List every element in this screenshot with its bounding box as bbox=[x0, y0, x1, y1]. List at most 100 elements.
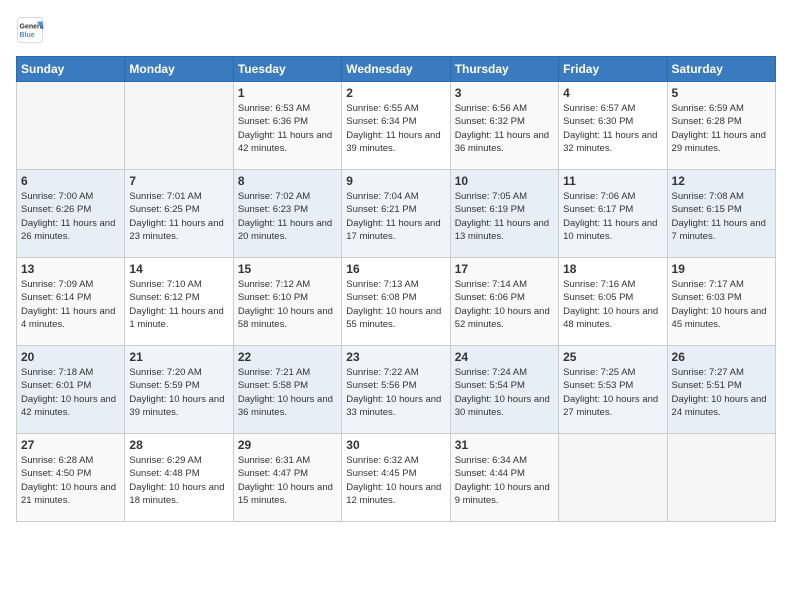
calendar-cell: 16 Sunrise: 7:13 AM Sunset: 6:08 PM Dayli… bbox=[342, 258, 450, 346]
calendar-header-row: SundayMondayTuesdayWednesdayThursdayFrid… bbox=[17, 57, 776, 82]
day-number: 13 bbox=[21, 262, 120, 276]
calendar-cell: 4 Sunrise: 6:57 AM Sunset: 6:30 PM Daylig… bbox=[559, 82, 667, 170]
day-info: Sunrise: 7:18 AM Sunset: 6:01 PM Dayligh… bbox=[21, 366, 120, 419]
day-number: 22 bbox=[238, 350, 337, 364]
calendar-cell: 22 Sunrise: 7:21 AM Sunset: 5:58 PM Dayli… bbox=[233, 346, 341, 434]
calendar-cell bbox=[559, 434, 667, 522]
weekday-header: Tuesday bbox=[233, 57, 341, 82]
page-header: General Blue bbox=[16, 16, 776, 44]
calendar-cell: 11Sunrise: 7:06 AM Sunset: 6:17 PM Dayli… bbox=[559, 170, 667, 258]
calendar-week-row: 13 Sunrise: 7:09 AM Sunset: 6:14 PM Dayli… bbox=[17, 258, 776, 346]
day-number: 4 bbox=[563, 86, 662, 100]
day-info: Sunrise: 7:06 AM Sunset: 6:17 PM Dayligh… bbox=[563, 190, 662, 243]
calendar-cell: 26 Sunrise: 7:27 AM Sunset: 5:51 PM Dayli… bbox=[667, 346, 775, 434]
day-info: Sunrise: 7:16 AM Sunset: 6:05 PM Dayligh… bbox=[563, 278, 662, 331]
day-number: 21 bbox=[129, 350, 228, 364]
day-info: Sunrise: 6:53 AM Sunset: 6:36 PM Dayligh… bbox=[238, 102, 337, 155]
day-number: 12 bbox=[672, 174, 771, 188]
day-info: Sunrise: 7:20 AM Sunset: 5:59 PM Dayligh… bbox=[129, 366, 228, 419]
calendar-cell: 10Sunrise: 7:05 AM Sunset: 6:19 PM Dayli… bbox=[450, 170, 558, 258]
day-info: Sunrise: 6:57 AM Sunset: 6:30 PM Dayligh… bbox=[563, 102, 662, 155]
day-info: Sunrise: 7:25 AM Sunset: 5:53 PM Dayligh… bbox=[563, 366, 662, 419]
day-number: 19 bbox=[672, 262, 771, 276]
day-number: 18 bbox=[563, 262, 662, 276]
calendar-cell: 20 Sunrise: 7:18 AM Sunset: 6:01 PM Dayli… bbox=[17, 346, 125, 434]
calendar-cell: 25Sunrise: 7:25 AM Sunset: 5:53 PM Dayli… bbox=[559, 346, 667, 434]
day-info: Sunrise: 6:34 AM Sunset: 4:44 PM Dayligh… bbox=[455, 454, 554, 507]
calendar-cell: 7 Sunrise: 7:01 AM Sunset: 6:25 PM Daylig… bbox=[125, 170, 233, 258]
calendar-cell bbox=[125, 82, 233, 170]
calendar-cell: 12 Sunrise: 7:08 AM Sunset: 6:15 PM Dayli… bbox=[667, 170, 775, 258]
calendar-week-row: 20 Sunrise: 7:18 AM Sunset: 6:01 PM Dayli… bbox=[17, 346, 776, 434]
day-number: 20 bbox=[21, 350, 120, 364]
day-info: Sunrise: 7:10 AM Sunset: 6:12 PM Dayligh… bbox=[129, 278, 228, 331]
day-info: Sunrise: 6:31 AM Sunset: 4:47 PM Dayligh… bbox=[238, 454, 337, 507]
day-number: 1 bbox=[238, 86, 337, 100]
day-info: Sunrise: 7:14 AM Sunset: 6:06 PM Dayligh… bbox=[455, 278, 554, 331]
day-info: Sunrise: 7:12 AM Sunset: 6:10 PM Dayligh… bbox=[238, 278, 337, 331]
day-info: Sunrise: 7:00 AM Sunset: 6:26 PM Dayligh… bbox=[21, 190, 120, 243]
day-number: 5 bbox=[672, 86, 771, 100]
day-info: Sunrise: 7:05 AM Sunset: 6:19 PM Dayligh… bbox=[455, 190, 554, 243]
calendar-body: 1 Sunrise: 6:53 AM Sunset: 6:36 PM Daylig… bbox=[17, 82, 776, 522]
calendar-week-row: 27Sunrise: 6:28 AM Sunset: 4:50 PM Dayli… bbox=[17, 434, 776, 522]
day-info: Sunrise: 7:08 AM Sunset: 6:15 PM Dayligh… bbox=[672, 190, 771, 243]
day-info: Sunrise: 6:29 AM Sunset: 4:48 PM Dayligh… bbox=[129, 454, 228, 507]
calendar-week-row: 1 Sunrise: 6:53 AM Sunset: 6:36 PM Daylig… bbox=[17, 82, 776, 170]
logo: General Blue bbox=[16, 16, 44, 44]
day-info: Sunrise: 6:28 AM Sunset: 4:50 PM Dayligh… bbox=[21, 454, 120, 507]
day-info: Sunrise: 7:01 AM Sunset: 6:25 PM Dayligh… bbox=[129, 190, 228, 243]
calendar-cell: 14 Sunrise: 7:10 AM Sunset: 6:12 PM Dayli… bbox=[125, 258, 233, 346]
day-info: Sunrise: 7:09 AM Sunset: 6:14 PM Dayligh… bbox=[21, 278, 120, 331]
calendar-cell: 27Sunrise: 6:28 AM Sunset: 4:50 PM Dayli… bbox=[17, 434, 125, 522]
calendar-cell: 24Sunrise: 7:24 AM Sunset: 5:54 PM Dayli… bbox=[450, 346, 558, 434]
day-number: 29 bbox=[238, 438, 337, 452]
day-number: 28 bbox=[129, 438, 228, 452]
day-info: Sunrise: 6:32 AM Sunset: 4:45 PM Dayligh… bbox=[346, 454, 445, 507]
calendar-cell: 13 Sunrise: 7:09 AM Sunset: 6:14 PM Dayli… bbox=[17, 258, 125, 346]
weekday-header: Wednesday bbox=[342, 57, 450, 82]
calendar-cell: 2Sunrise: 6:55 AM Sunset: 6:34 PM Daylig… bbox=[342, 82, 450, 170]
calendar-cell bbox=[17, 82, 125, 170]
calendar-table: SundayMondayTuesdayWednesdayThursdayFrid… bbox=[16, 56, 776, 522]
day-info: Sunrise: 7:24 AM Sunset: 5:54 PM Dayligh… bbox=[455, 366, 554, 419]
day-info: Sunrise: 7:13 AM Sunset: 6:08 PM Dayligh… bbox=[346, 278, 445, 331]
day-number: 9 bbox=[346, 174, 445, 188]
calendar-cell: 23 Sunrise: 7:22 AM Sunset: 5:56 PM Dayli… bbox=[342, 346, 450, 434]
weekday-header: Friday bbox=[559, 57, 667, 82]
day-info: Sunrise: 6:56 AM Sunset: 6:32 PM Dayligh… bbox=[455, 102, 554, 155]
day-info: Sunrise: 7:04 AM Sunset: 6:21 PM Dayligh… bbox=[346, 190, 445, 243]
calendar-cell: 5 Sunrise: 6:59 AM Sunset: 6:28 PM Daylig… bbox=[667, 82, 775, 170]
day-number: 7 bbox=[129, 174, 228, 188]
day-number: 14 bbox=[129, 262, 228, 276]
day-info: Sunrise: 7:17 AM Sunset: 6:03 PM Dayligh… bbox=[672, 278, 771, 331]
day-number: 17 bbox=[455, 262, 554, 276]
day-info: Sunrise: 7:22 AM Sunset: 5:56 PM Dayligh… bbox=[346, 366, 445, 419]
calendar-cell: 18 Sunrise: 7:16 AM Sunset: 6:05 PM Dayli… bbox=[559, 258, 667, 346]
calendar-cell: 30 Sunrise: 6:32 AM Sunset: 4:45 PM Dayli… bbox=[342, 434, 450, 522]
day-number: 30 bbox=[346, 438, 445, 452]
calendar-cell: 17 Sunrise: 7:14 AM Sunset: 6:06 PM Dayli… bbox=[450, 258, 558, 346]
day-info: Sunrise: 6:59 AM Sunset: 6:28 PM Dayligh… bbox=[672, 102, 771, 155]
day-info: Sunrise: 7:02 AM Sunset: 6:23 PM Dayligh… bbox=[238, 190, 337, 243]
day-number: 16 bbox=[346, 262, 445, 276]
calendar-cell bbox=[667, 434, 775, 522]
calendar-week-row: 6 Sunrise: 7:00 AM Sunset: 6:26 PM Daylig… bbox=[17, 170, 776, 258]
day-number: 2 bbox=[346, 86, 445, 100]
calendar-cell: 8Sunrise: 7:02 AM Sunset: 6:23 PM Daylig… bbox=[233, 170, 341, 258]
calendar-cell: 28 Sunrise: 6:29 AM Sunset: 4:48 PM Dayli… bbox=[125, 434, 233, 522]
day-info: Sunrise: 7:27 AM Sunset: 5:51 PM Dayligh… bbox=[672, 366, 771, 419]
weekday-header: Saturday bbox=[667, 57, 775, 82]
calendar-cell: 6 Sunrise: 7:00 AM Sunset: 6:26 PM Daylig… bbox=[17, 170, 125, 258]
calendar-cell: 9 Sunrise: 7:04 AM Sunset: 6:21 PM Daylig… bbox=[342, 170, 450, 258]
calendar-cell: 1 Sunrise: 6:53 AM Sunset: 6:36 PM Daylig… bbox=[233, 82, 341, 170]
day-number: 6 bbox=[21, 174, 120, 188]
calendar-cell: 31 Sunrise: 6:34 AM Sunset: 4:44 PM Dayli… bbox=[450, 434, 558, 522]
logo-icon: General Blue bbox=[16, 16, 44, 44]
day-info: Sunrise: 7:21 AM Sunset: 5:58 PM Dayligh… bbox=[238, 366, 337, 419]
calendar-cell: 21 Sunrise: 7:20 AM Sunset: 5:59 PM Dayli… bbox=[125, 346, 233, 434]
day-number: 31 bbox=[455, 438, 554, 452]
day-number: 23 bbox=[346, 350, 445, 364]
calendar-cell: 15Sunrise: 7:12 AM Sunset: 6:10 PM Dayli… bbox=[233, 258, 341, 346]
day-number: 26 bbox=[672, 350, 771, 364]
